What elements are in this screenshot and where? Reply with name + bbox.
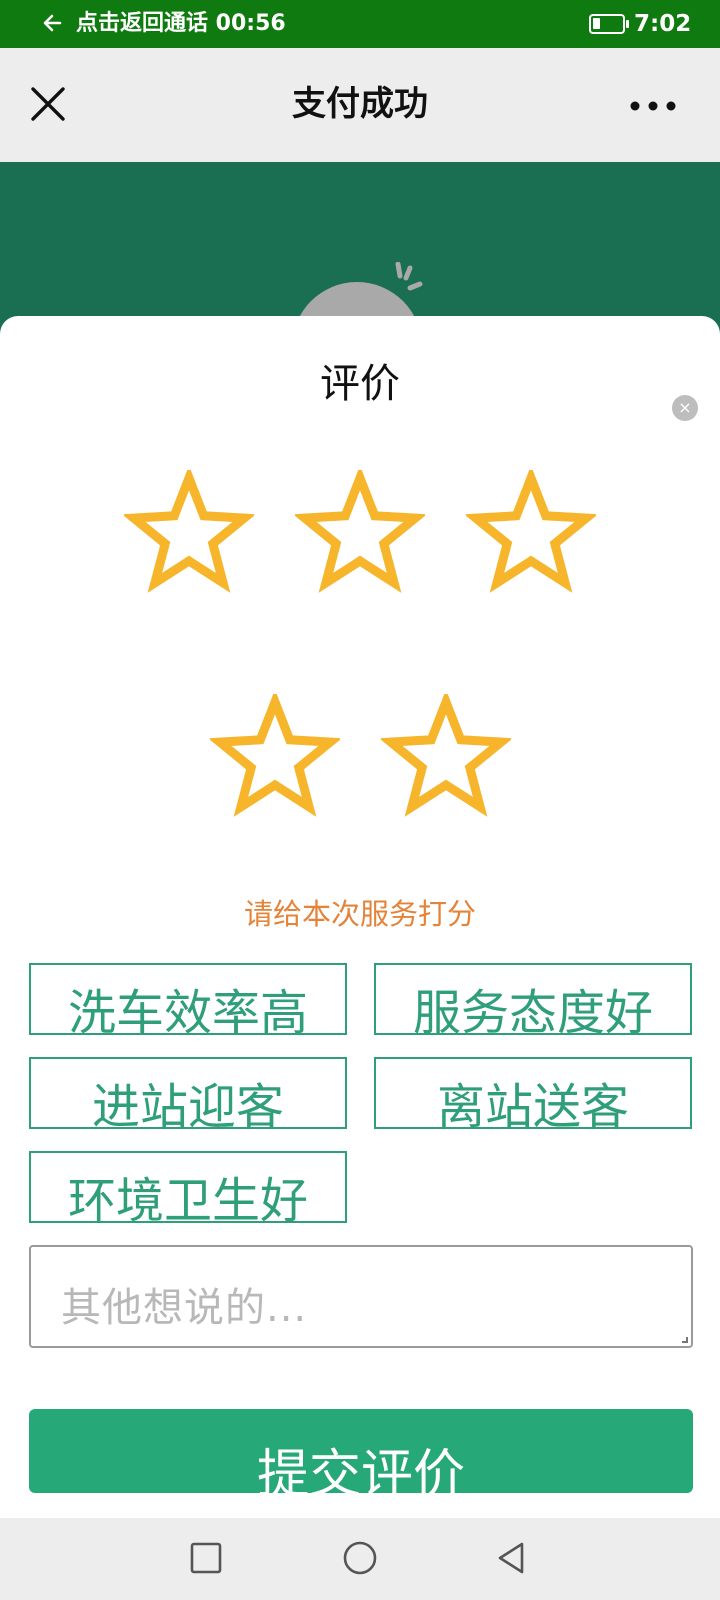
star-outline-icon [295, 470, 425, 593]
evaluation-sheet: 评价 × 请给本次服务打分 洗车效率高 服务态度好 进站迎客 离站送客 环境卫生… [0, 316, 720, 1518]
circle-icon[interactable] [340, 1538, 380, 1578]
tag-welcome-arrival[interactable]: 进站迎客 [29, 1057, 347, 1129]
comment-input[interactable] [31, 1247, 691, 1346]
star-rating-4[interactable] [210, 694, 340, 818]
star-rating-3[interactable] [466, 470, 596, 594]
tag-service-attitude[interactable]: 服务态度好 [374, 963, 692, 1035]
return-to-call-link[interactable]: 点击返回通话 00:56 [76, 10, 286, 38]
star-rating-5[interactable] [381, 694, 511, 818]
battery-icon [589, 14, 629, 34]
star-outline-icon [381, 694, 511, 817]
sheet-title: 评价 [320, 361, 400, 407]
page-title: 支付成功 [292, 84, 428, 124]
rating-hint: 请给本次服务打分 [243, 897, 476, 931]
sparkle-icon [395, 262, 423, 291]
battery-level [593, 18, 600, 29]
title-bar: 支付成功 [0, 48, 720, 162]
submit-review-button[interactable]: 提交评价 [29, 1409, 693, 1493]
resize-handle-icon[interactable] [682, 1337, 688, 1343]
more-horizontal-icon[interactable] [630, 100, 676, 112]
tag-environment-clean[interactable]: 环境卫生好 [29, 1151, 347, 1223]
sheet-close-button[interactable]: × [672, 395, 698, 421]
star-outline-icon [124, 470, 254, 593]
star-rating-1[interactable] [124, 470, 254, 594]
star-outline-icon [466, 470, 596, 593]
comment-field [29, 1245, 693, 1348]
star-outline-icon [210, 694, 340, 817]
system-nav-bar [0, 1518, 720, 1600]
square-icon[interactable] [186, 1538, 226, 1578]
status-time: 7:02 [634, 11, 692, 37]
tag-wash-efficiency[interactable]: 洗车效率高 [29, 963, 347, 1035]
star-rating-2[interactable] [295, 470, 425, 594]
status-bar: 点击返回通话 00:56 7:02 [0, 0, 720, 48]
tag-farewell-departure[interactable]: 离站送客 [374, 1057, 692, 1129]
triangle-back-icon[interactable] [492, 1538, 532, 1578]
arrow-left-icon[interactable] [40, 10, 66, 36]
